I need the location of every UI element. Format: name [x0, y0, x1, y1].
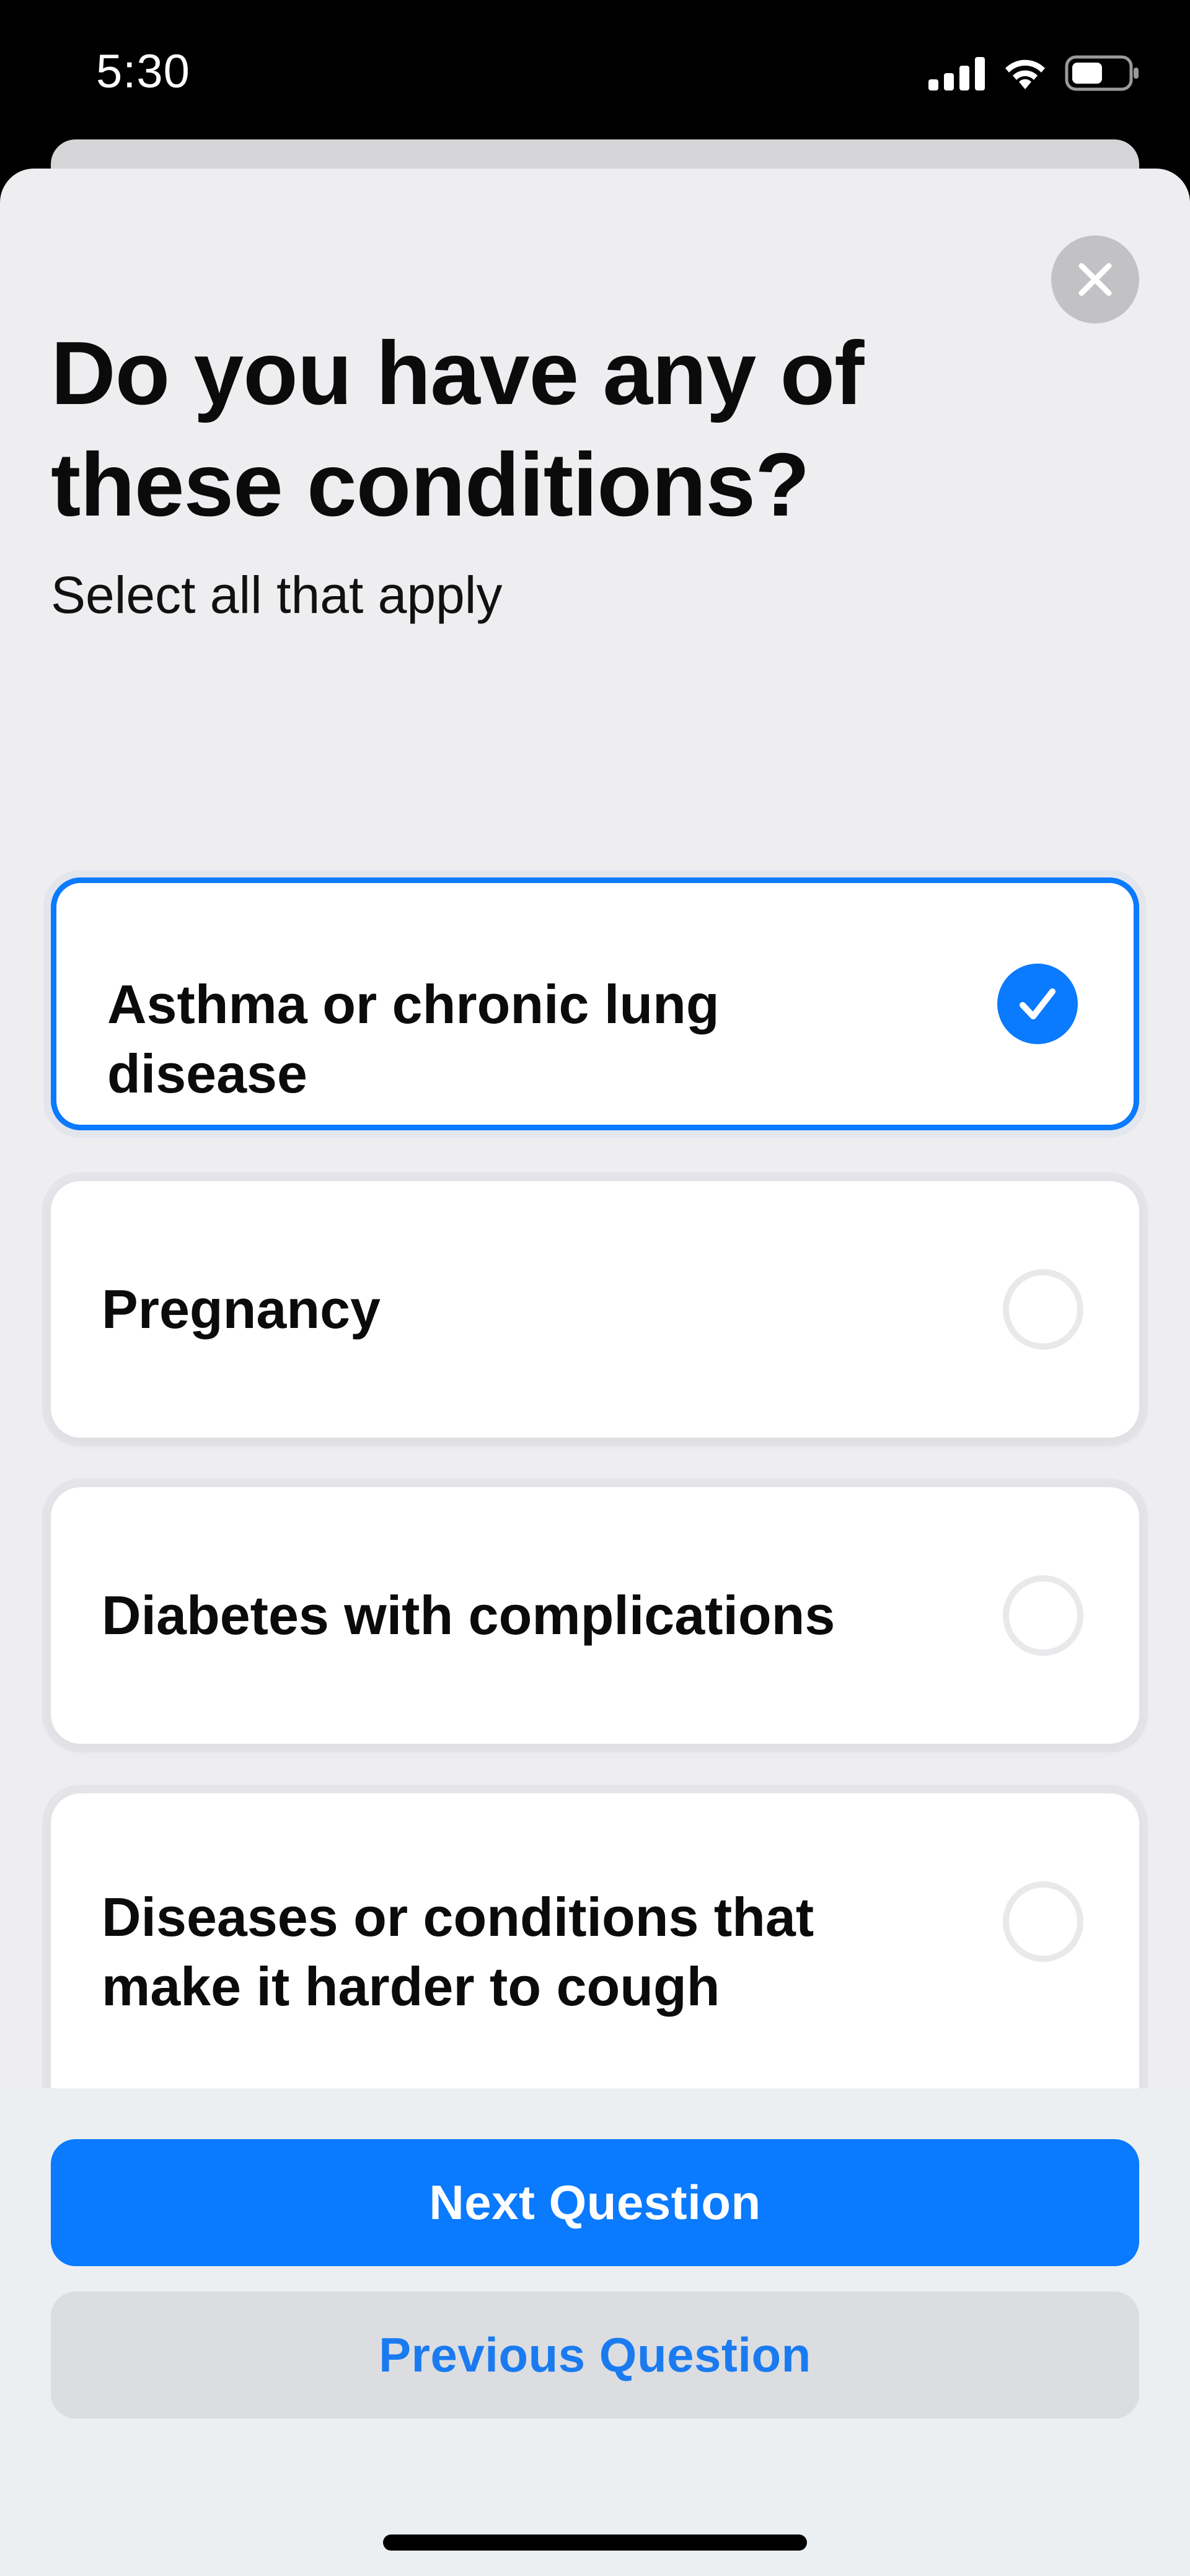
close-icon — [1078, 263, 1112, 296]
home-indicator[interactable] — [383, 2534, 807, 2551]
page-subtitle: Select all that apply — [51, 566, 503, 624]
option-label: Diseases or conditions that make it hard… — [102, 1886, 814, 2017]
option-label: Asthma or chronic lung disease — [107, 974, 720, 1104]
option-diabetes[interactable]: Diabetes with complications — [51, 1487, 1139, 1744]
option-asthma[interactable]: Asthma or chronic lung disease — [51, 877, 1139, 1130]
option-pregnancy[interactable]: Pregnancy — [51, 1181, 1139, 1438]
cellular-signal-icon — [928, 57, 985, 90]
checkbox-checked[interactable] — [997, 964, 1078, 1044]
page-title: Do you have any of these conditions? — [51, 323, 864, 535]
checkmark-icon — [1020, 988, 1056, 1019]
status-time: 5:30 — [96, 45, 190, 98]
option-label: Pregnancy — [102, 1278, 381, 1340]
close-button[interactable] — [1051, 235, 1139, 323]
next-question-button[interactable]: Next Question — [51, 2139, 1139, 2266]
status-icons — [928, 55, 1140, 92]
previous-question-button[interactable]: Previous Question — [51, 2292, 1139, 2419]
option-cough-conditions[interactable]: Diseases or conditions that make it hard… — [51, 1793, 1139, 2119]
option-label: Diabetes with complications — [102, 1585, 835, 1646]
checkbox-unchecked[interactable] — [1003, 1269, 1083, 1350]
checkbox-unchecked[interactable] — [1003, 1575, 1083, 1656]
wifi-icon — [1005, 59, 1045, 89]
checkbox-unchecked[interactable] — [1003, 1881, 1083, 1962]
battery-icon — [1065, 55, 1139, 91]
status-bar: 5:30 — [0, 0, 1190, 143]
